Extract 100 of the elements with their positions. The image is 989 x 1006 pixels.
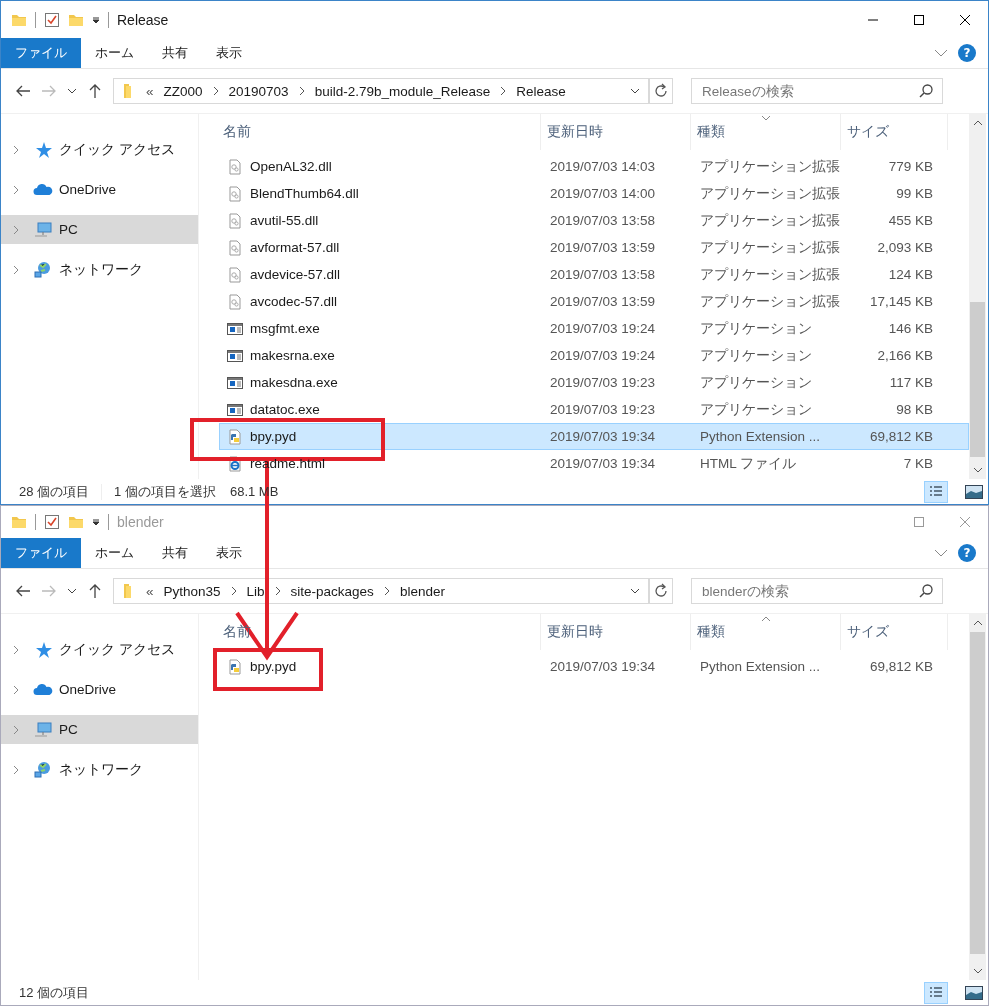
dropdown-icon[interactable] — [92, 15, 100, 24]
refresh-button[interactable] — [649, 78, 673, 104]
refresh-icon[interactable] — [653, 583, 669, 599]
file-row[interactable]: makesrna.exe 2019/07/03 19:24 アプリケーション 2,166 KB — [219, 342, 969, 369]
python-file-icon — [227, 428, 243, 445]
file-name: makesrna.exe — [250, 348, 335, 363]
scroll-down-icon[interactable] — [972, 968, 983, 974]
scrollbar-thumb[interactable] — [970, 632, 985, 954]
file-row[interactable]: msgfmt.exe 2019/07/03 19:24 アプリケーション 146 KB — [219, 315, 969, 342]
ribbon-tab[interactable]: ファイル — [1, 38, 81, 68]
chevron-icon[interactable] — [298, 86, 305, 96]
chevron-icon[interactable] — [212, 86, 219, 96]
file-row[interactable]: avutil-55.dll 2019/07/03 13:58 アプリケーション拡張 455 KB — [219, 207, 969, 234]
breadcrumb[interactable]: 20190703 — [228, 83, 289, 99]
expand-icon[interactable] — [13, 144, 19, 155]
scrollbar[interactable] — [969, 114, 986, 479]
modified-date: 2019/07/03 19:34 — [549, 429, 657, 444]
chevron-icon[interactable] — [274, 586, 281, 596]
file-row[interactable]: OpenAL32.dll 2019/07/03 14:03 アプリケーション拡張 779 KB — [219, 153, 969, 180]
navigation-item[interactable]: PC — [1, 715, 198, 744]
breadcrumb[interactable]: Python35 — [163, 583, 221, 599]
chevron-icon[interactable] — [383, 586, 390, 596]
file-row[interactable]: makesdna.exe 2019/07/03 19:23 アプリケーション 117 KB — [219, 369, 969, 396]
scroll-up-icon[interactable] — [972, 620, 983, 626]
expand-icon[interactable] — [13, 684, 19, 695]
search-icon[interactable] — [918, 83, 934, 99]
file-name: avcodec-57.dll — [250, 294, 338, 309]
network-icon — [33, 760, 53, 779]
modified-date: 2019/07/03 19:34 — [549, 456, 657, 471]
refresh-icon[interactable] — [653, 83, 669, 99]
address-bar[interactable]: « ZZ000 20190703 build-2.79b_module_Release Release — [113, 78, 649, 104]
navigation-item[interactable]: OneDrive — [1, 675, 198, 704]
file-row[interactable]: avcodec-57.dll 2019/07/03 13:59 アプリケーション拡張 17,145 KB — [219, 288, 969, 315]
column-header[interactable]: 更新日時 — [541, 114, 691, 150]
navigation-item[interactable]: ネットワーク — [1, 755, 198, 784]
properties-icon[interactable] — [44, 11, 60, 28]
scroll-up-icon[interactable] — [972, 120, 983, 126]
column-header[interactable]: 名前 — [219, 114, 541, 150]
overflow-icon[interactable]: « — [146, 583, 154, 599]
gear-file-icon — [227, 158, 243, 175]
file-type: アプリケーション拡張 — [699, 265, 841, 284]
breadcrumb[interactable]: Release — [516, 83, 566, 99]
expand-icon[interactable] — [13, 764, 19, 775]
file-row[interactable]: avdevice-57.dll 2019/07/03 13:58 アプリケーション拡張 124 KB — [219, 261, 969, 288]
modified-date: 2019/07/03 13:58 — [549, 213, 657, 228]
breadcrumb[interactable]: ZZ000 — [163, 83, 203, 99]
chevron-icon[interactable] — [230, 586, 237, 596]
expand-ribbon-icon[interactable] — [934, 49, 948, 57]
navigation-item[interactable]: クイック アクセス — [1, 635, 198, 664]
file-size: 779 KB — [887, 159, 934, 174]
modified-date: 2019/07/03 19:24 — [549, 348, 657, 363]
expand-icon[interactable] — [13, 264, 19, 275]
breadcrumb[interactable]: build-2.79b_module_Release — [314, 83, 491, 99]
search-box[interactable]: Releaseの検索 — [691, 78, 943, 104]
selection-count: 1 個の項目を選択 — [114, 482, 216, 501]
breadcrumb[interactable]: Lib — [246, 583, 265, 599]
recent-locations-icon[interactable] — [67, 87, 77, 95]
dropdown-icon[interactable] — [630, 87, 640, 95]
file-type: Python Extension ... — [699, 659, 822, 674]
chevron-icon[interactable] — [500, 86, 507, 96]
navigation-label: クイック アクセス — [59, 140, 175, 159]
breadcrumb[interactable]: site-packages — [290, 583, 374, 599]
ribbon-tab[interactable]: 共有 — [148, 38, 202, 68]
maximize-icon[interactable] — [913, 13, 925, 26]
navigation-item[interactable]: ネットワーク — [1, 255, 198, 284]
file-size: 69,812 KB — [868, 429, 934, 444]
file-size: 2,166 KB — [876, 348, 934, 363]
file-row[interactable]: datatoc.exe 2019/07/03 19:23 アプリケーション 98 KB — [219, 396, 969, 423]
back-icon[interactable] — [15, 83, 31, 99]
help-button[interactable]: ? — [958, 44, 976, 62]
file-name: datatoc.exe — [250, 402, 320, 417]
search-icon[interactable] — [918, 583, 934, 599]
file-row[interactable]: avformat-57.dll 2019/07/03 13:59 アプリケーション拡張 2,093 KB — [219, 234, 969, 261]
file-type: アプリケーション — [699, 373, 813, 392]
close-icon[interactable] — [959, 13, 971, 26]
file-type: アプリケーション拡張 — [699, 184, 841, 203]
navigation-item[interactable]: PC — [1, 215, 198, 244]
overflow-icon[interactable]: « — [146, 83, 154, 99]
network-icon — [33, 260, 53, 279]
ribbon-tab[interactable]: ホーム — [81, 38, 148, 68]
column-header[interactable]: サイズ — [841, 114, 948, 150]
expand-icon[interactable] — [13, 184, 19, 195]
dropdown-icon[interactable] — [630, 587, 640, 595]
navigation-item[interactable]: クイック アクセス — [1, 135, 198, 164]
scroll-down-icon[interactable] — [972, 467, 983, 473]
file-row[interactable]: bpy.pyd 2019/07/03 19:34 Python Extension ... 69,812 KB — [219, 423, 969, 450]
file-name: msgfmt.exe — [250, 321, 320, 336]
file-type: HTML ファイル — [699, 454, 797, 473]
up-icon[interactable] — [87, 83, 103, 99]
column-header[interactable]: 種類 — [691, 114, 841, 150]
file-size: 98 KB — [895, 402, 934, 417]
file-size: 455 KB — [887, 213, 934, 228]
file-row[interactable]: BlendThumb64.dll 2019/07/03 14:00 アプリケーション拡張 99 KB — [219, 180, 969, 207]
expand-icon[interactable] — [13, 644, 19, 655]
ribbon-tab[interactable]: 表示 — [202, 38, 256, 68]
navigation-item[interactable]: OneDrive — [1, 175, 198, 204]
breadcrumb[interactable]: blender — [399, 583, 445, 599]
navigation-label: ネットワーク — [59, 260, 143, 279]
scrollbar-thumb[interactable] — [970, 302, 985, 457]
modified-date: 2019/07/03 13:59 — [549, 240, 657, 255]
